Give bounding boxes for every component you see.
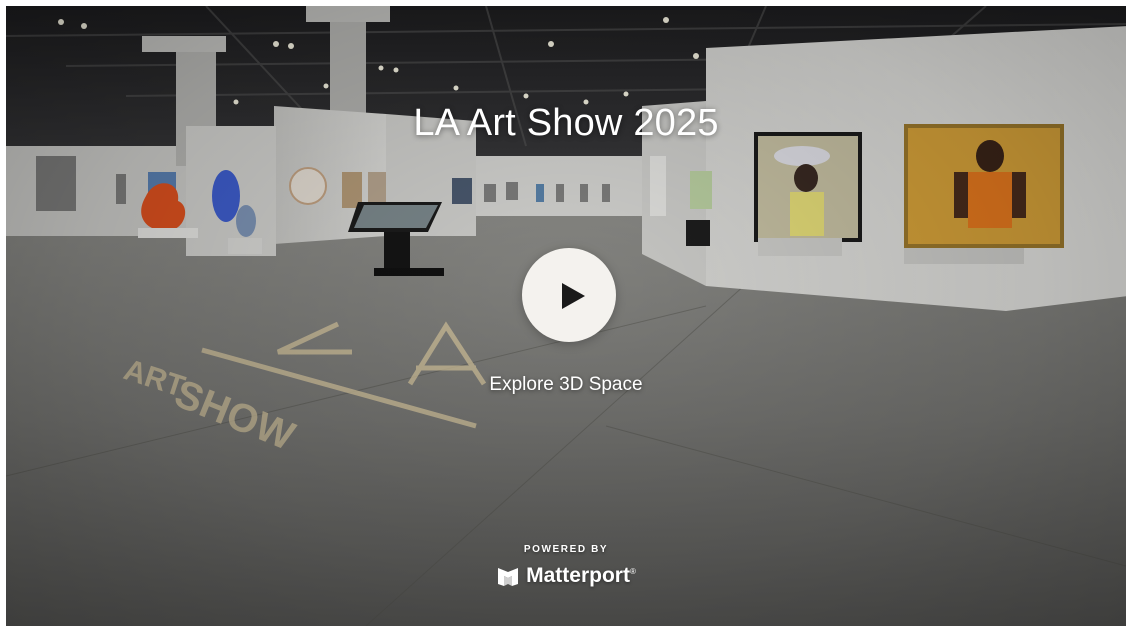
play-icon (562, 283, 585, 309)
powered-by-label: POWERED BY (523, 544, 609, 555)
matterport-logo-icon (498, 568, 519, 586)
registered-mark: ® (629, 567, 636, 576)
tour-viewer[interactable]: ART SHOW LA Art Show 2025 Explore 3D Spa… (6, 6, 1126, 626)
tour-title: LA Art Show 2025 (413, 102, 719, 144)
play-button[interactable] (522, 248, 616, 342)
brand-name: Matterport (526, 564, 630, 587)
explore-3d-space-label[interactable]: Explore 3D Space (6, 374, 1126, 396)
matterport-brand-link[interactable]: Matterport ® (6, 562, 1126, 590)
